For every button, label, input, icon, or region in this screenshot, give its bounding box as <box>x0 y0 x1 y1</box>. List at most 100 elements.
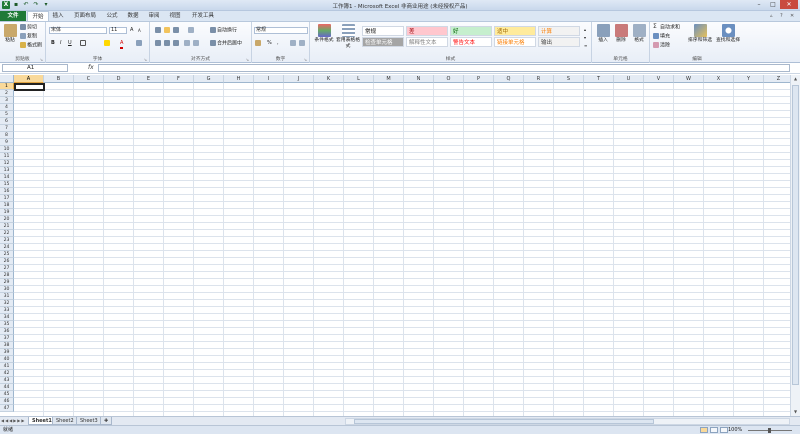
column-header[interactable]: N <box>404 75 434 83</box>
row-header[interactable]: 30 <box>0 286 14 293</box>
format-button[interactable]: 格式 <box>630 24 648 44</box>
column-header[interactable]: L <box>344 75 374 83</box>
row-header[interactable]: 47 <box>0 405 14 412</box>
row-header[interactable]: 16 <box>0 188 14 195</box>
zoom-slider-thumb[interactable] <box>768 428 771 433</box>
dialog-launcher-icon[interactable]: ↘ <box>246 57 249 62</box>
sort-filter-button[interactable]: 排序和筛选 <box>686 24 714 44</box>
tab-insert[interactable]: 插入 <box>50 11 66 21</box>
align-left-button[interactable] <box>155 40 162 48</box>
cell-style-option[interactable]: 检查单元格 <box>362 37 404 47</box>
row-header[interactable]: 21 <box>0 223 14 230</box>
row-header[interactable]: 38 <box>0 342 14 349</box>
row-header[interactable]: 24 <box>0 244 14 251</box>
paste-button[interactable]: 粘贴 <box>2 24 18 44</box>
dialog-launcher-icon[interactable]: ↘ <box>40 57 43 62</box>
row-header[interactable]: 15 <box>0 181 14 188</box>
align-right-button[interactable] <box>173 40 180 48</box>
row-header[interactable]: 23 <box>0 237 14 244</box>
cell-style-option[interactable]: 输出 <box>538 37 580 47</box>
sheet-nav-icons[interactable]: ◀◀◀▶▶▶ <box>1 418 25 423</box>
column-header[interactable]: P <box>464 75 494 83</box>
workbook-close-icon[interactable]: ✕ <box>790 13 794 19</box>
row-header[interactable]: 33 <box>0 307 14 314</box>
row-header[interactable]: 45 <box>0 391 14 398</box>
row-header[interactable]: 20 <box>0 216 14 223</box>
tab-review[interactable]: 审阅 <box>145 11 163 21</box>
cell-style-option[interactable]: 计算 <box>538 26 580 36</box>
format-painter-button[interactable]: 格式刷 <box>20 42 42 50</box>
row-header[interactable]: 46 <box>0 398 14 405</box>
column-header[interactable]: H <box>224 75 254 83</box>
column-header[interactable]: W <box>674 75 704 83</box>
align-middle-button[interactable] <box>164 27 171 35</box>
scroll-up-icon[interactable]: ▲ <box>791 75 800 83</box>
maximize-icon[interactable]: □ <box>766 0 780 9</box>
align-bottom-button[interactable] <box>173 27 180 35</box>
decrease-decimal-button[interactable] <box>299 40 306 48</box>
cell-style-option[interactable]: 常规 <box>362 26 404 36</box>
font-size-select[interactable]: 11 <box>109 27 127 34</box>
row-header[interactable]: 37 <box>0 335 14 342</box>
number-format-select[interactable]: 常规 <box>254 27 308 34</box>
decrease-indent-button[interactable] <box>184 40 191 48</box>
underline-button[interactable]: U <box>68 40 72 47</box>
cell-style-option[interactable]: 好 <box>450 26 492 36</box>
column-header[interactable]: Q <box>494 75 524 83</box>
column-header[interactable]: M <box>374 75 404 83</box>
name-box[interactable]: A1 <box>2 64 68 72</box>
currency-button[interactable] <box>255 40 262 48</box>
column-header[interactable]: B <box>44 75 74 83</box>
horizontal-scrollbar[interactable] <box>345 418 790 425</box>
tab-view[interactable]: 视图 <box>166 11 184 21</box>
row-header[interactable]: 28 <box>0 272 14 279</box>
clear-button[interactable]: 清除 <box>653 42 670 50</box>
column-header[interactable]: J <box>284 75 314 83</box>
fill-button[interactable]: 填充 <box>653 33 670 41</box>
column-header[interactable]: F <box>164 75 194 83</box>
column-header[interactable]: G <box>194 75 224 83</box>
bold-button[interactable]: B <box>51 40 55 47</box>
increase-indent-button[interactable] <box>193 40 200 48</box>
column-header[interactable]: A <box>14 75 44 83</box>
percent-button[interactable]: % <box>267 40 272 47</box>
insert-function-icon[interactable]: fx <box>88 64 94 71</box>
increase-decimal-button[interactable] <box>290 40 297 48</box>
fill-color-button[interactable] <box>104 40 111 48</box>
vertical-scrollbar[interactable]: ▲ ▼ <box>790 75 800 416</box>
align-top-button[interactable] <box>155 27 162 35</box>
sheet-tab[interactable]: Sheet2 <box>52 417 78 425</box>
column-header[interactable]: K <box>314 75 344 83</box>
autosum-button[interactable]: Σ 自动求和 <box>653 24 680 32</box>
gallery-scroll-up-icon[interactable]: ▴ <box>584 26 586 33</box>
copy-button[interactable]: 复制 <box>20 33 37 41</box>
column-header[interactable]: C <box>74 75 104 83</box>
tab-formulas[interactable]: 公式 <box>102 11 122 21</box>
column-header[interactable]: S <box>554 75 584 83</box>
find-select-button[interactable]: 查找和选择 <box>714 24 742 44</box>
close-icon[interactable]: ✕ <box>780 0 798 9</box>
page-break-view-icon[interactable] <box>720 427 728 433</box>
column-header[interactable]: R <box>524 75 554 83</box>
phonetic-button[interactable] <box>136 40 143 48</box>
row-header[interactable]: 31 <box>0 293 14 300</box>
row-header[interactable]: 11 <box>0 153 14 160</box>
orientation-button[interactable] <box>188 27 195 35</box>
row-header[interactable]: 9 <box>0 139 14 146</box>
row-header[interactable]: 10 <box>0 146 14 153</box>
cell-style-option[interactable]: 警告文本 <box>450 37 492 47</box>
row-header[interactable]: 25 <box>0 251 14 258</box>
row-header[interactable]: 19 <box>0 209 14 216</box>
comma-button[interactable]: , <box>277 40 279 47</box>
column-header[interactable]: I <box>254 75 284 83</box>
font-color-button[interactable]: A <box>120 40 124 49</box>
font-grow-button[interactable]: A <box>130 27 133 34</box>
row-header[interactable]: 6 <box>0 118 14 125</box>
format-as-table-button[interactable]: 套用表格格式 <box>336 24 360 50</box>
cell-style-option[interactable]: 差 <box>406 26 448 36</box>
cut-button[interactable]: 剪切 <box>20 24 37 32</box>
wrap-text-button[interactable]: 自动换行 <box>210 27 237 35</box>
column-header[interactable]: V <box>644 75 674 83</box>
cell-area[interactable] <box>14 83 790 416</box>
row-header[interactable]: 26 <box>0 258 14 265</box>
